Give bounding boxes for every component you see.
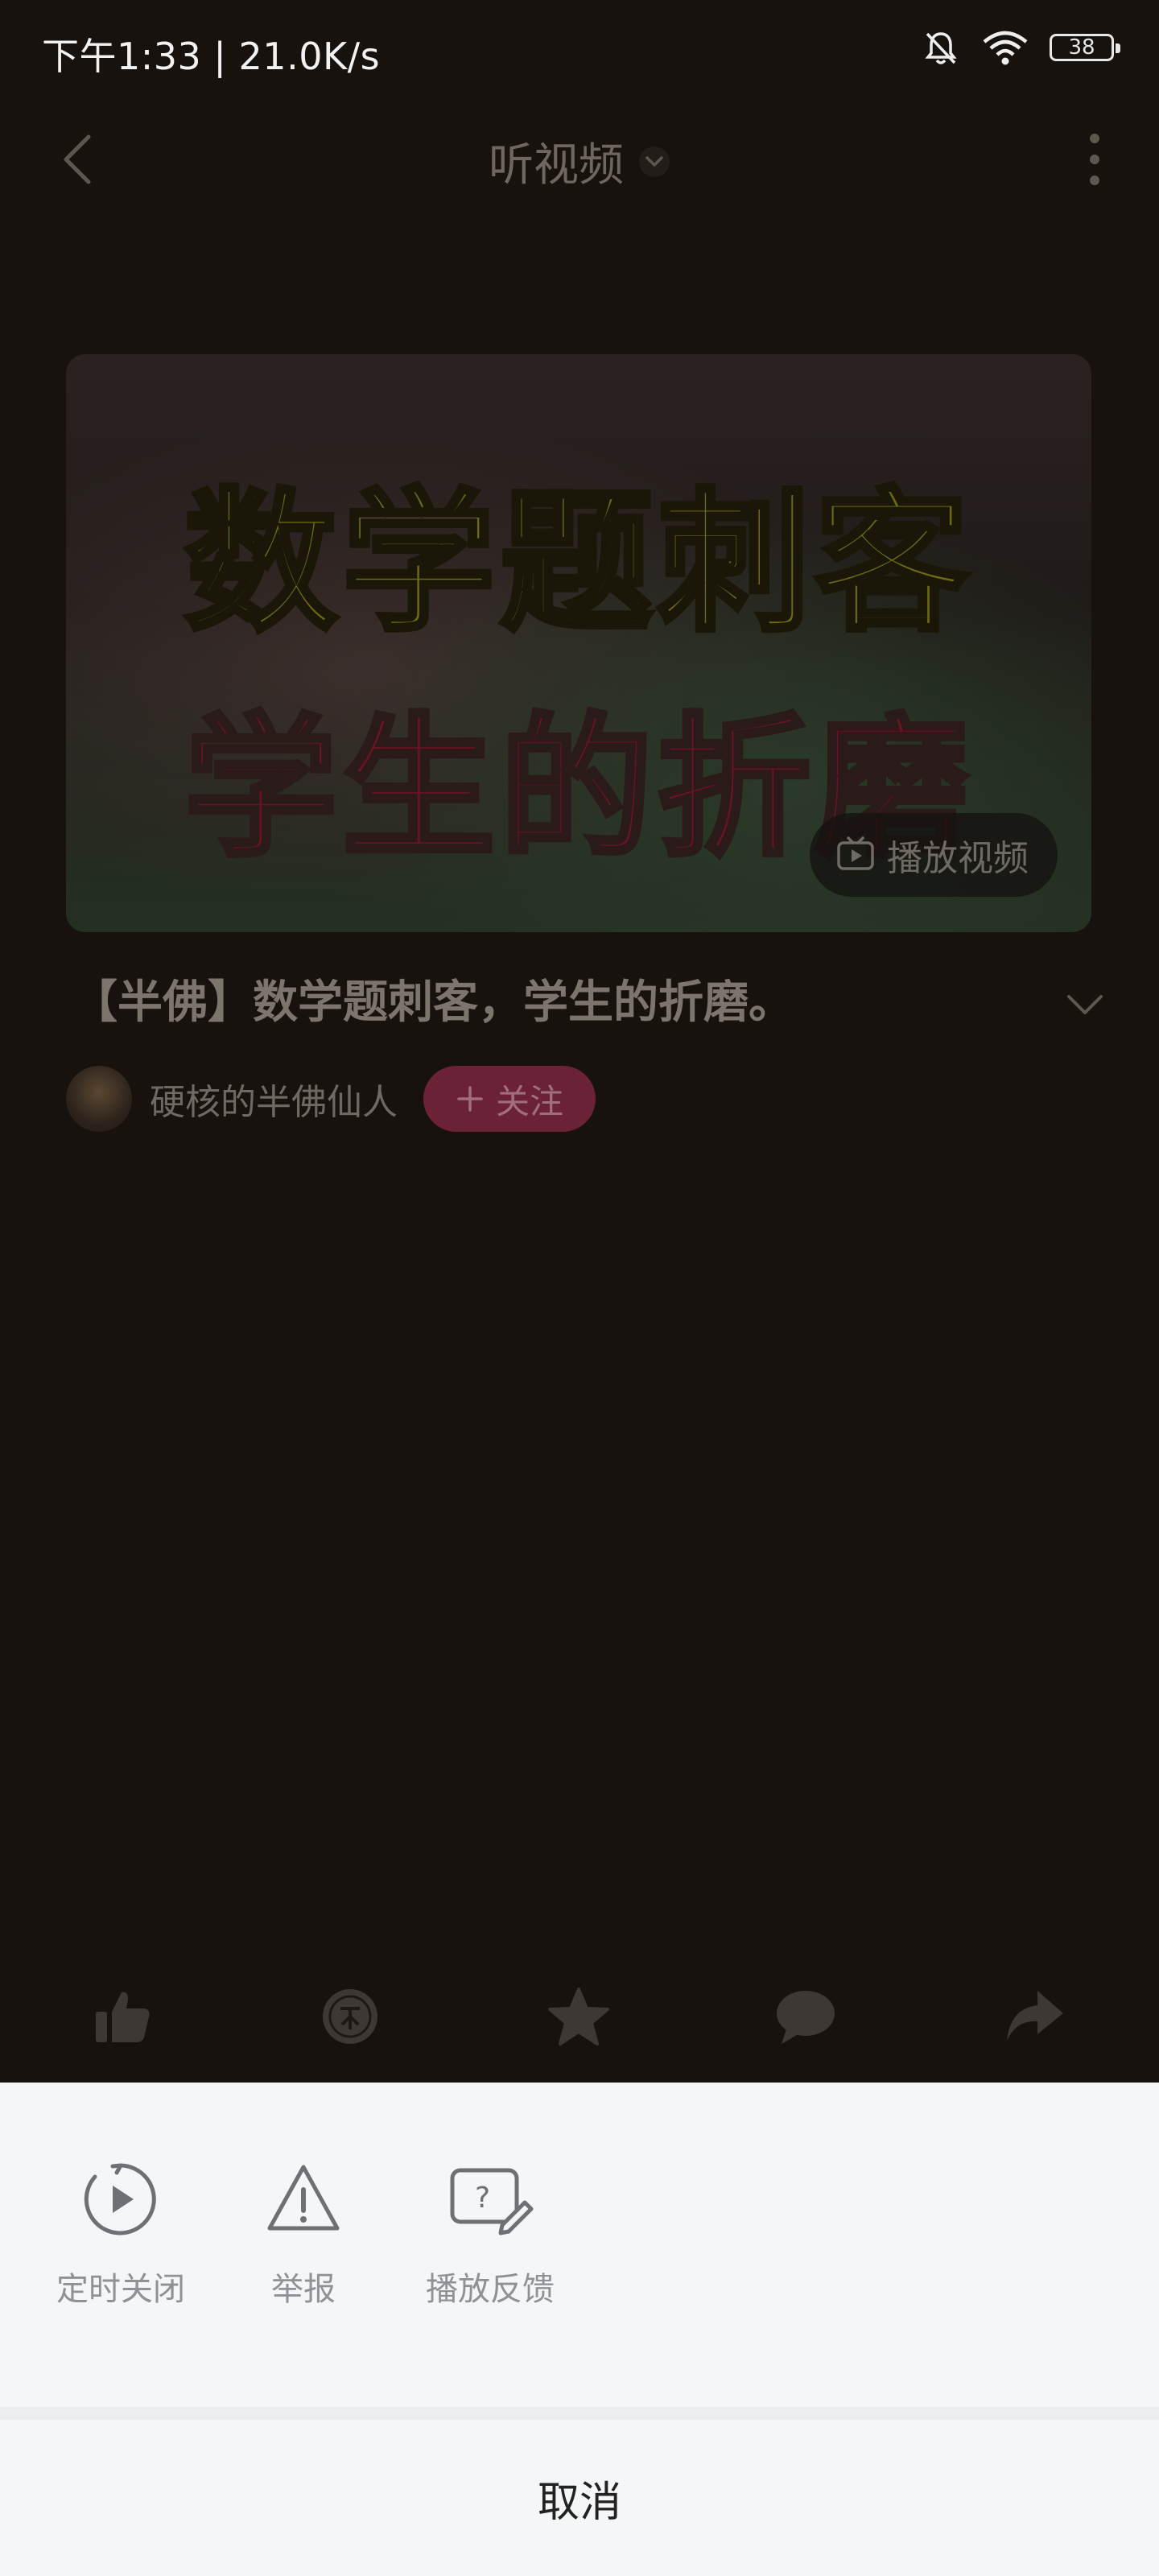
expand-description-button[interactable] <box>1061 980 1109 1029</box>
tv-play-icon <box>837 836 874 870</box>
status-bar: 下午1:33 | 21.0K/s 38 <box>0 0 1159 105</box>
bell-muted-icon <box>925 32 957 64</box>
battery-level: 38 <box>1068 35 1095 60</box>
sheet-options: 定时关闭 举报 ? 播放反馈 <box>0 2083 1159 2405</box>
comment-icon <box>777 1991 835 2044</box>
battery-indicator: 38 <box>1050 34 1120 61</box>
page-title: 听视频 <box>489 139 624 192</box>
coin-icon <box>323 1989 377 2044</box>
favorite-icon <box>548 1988 609 2046</box>
action-bar <box>0 1980 1159 2077</box>
video-thumbnail[interactable]: 数学题刺客 学生的折磨 播放视频 <box>66 354 1091 932</box>
playback-feedback-option[interactable]: ? 播放反馈 <box>394 2155 587 2310</box>
status-time: 下午1:33 | 21.0K/s <box>42 35 381 78</box>
sleep-timer-option[interactable]: 定时关闭 <box>24 2155 217 2310</box>
follow-button[interactable]: 关注 <box>423 1066 596 1132</box>
header: 听视频 <box>0 105 1159 209</box>
warning-icon <box>259 2155 348 2244</box>
coin-button[interactable] <box>314 1980 386 2053</box>
author-row: 硬核的半佛仙人 关注 <box>66 1066 596 1132</box>
plus-icon <box>457 1086 483 1112</box>
chevron-down-icon <box>1067 995 1103 1014</box>
timer-play-icon <box>76 2155 165 2244</box>
comment-button[interactable] <box>769 1980 842 2053</box>
favorite-button[interactable] <box>542 1980 615 2053</box>
options-bottom-sheet: 定时关闭 举报 ? 播放反馈 取消 <box>0 2083 1159 2576</box>
report-option[interactable]: 举报 <box>207 2155 400 2310</box>
more-button[interactable] <box>1062 127 1127 192</box>
cancel-button[interactable]: 取消 <box>0 2420 1159 2576</box>
status-icons: 38 <box>921 27 1120 68</box>
thumbnail-text-top: 数学题刺客 <box>182 472 973 654</box>
author-avatar[interactable] <box>66 1066 132 1132</box>
report-label: 举报 <box>271 2271 336 2308</box>
sheet-divider <box>0 2407 1159 2420</box>
feedback-icon: ? <box>446 2155 534 2244</box>
chevron-down-icon <box>639 146 670 177</box>
svg-text:?: ? <box>475 2182 490 2215</box>
video-title: 【半佛】数学题刺客，学生的折磨。 <box>72 976 794 1029</box>
follow-label: 关注 <box>496 1081 564 1121</box>
page-title-dropdown[interactable]: 听视频 <box>0 129 1159 194</box>
like-icon <box>96 1992 150 2042</box>
like-button[interactable] <box>87 1980 159 2053</box>
sleep-timer-label: 定时关闭 <box>56 2271 185 2308</box>
author-name[interactable]: 硬核的半佛仙人 <box>150 1073 398 1125</box>
wifi-icon <box>983 31 1028 65</box>
play-video-button[interactable]: 播放视频 <box>810 813 1058 897</box>
share-icon <box>1007 1991 1063 2041</box>
playback-feedback-label: 播放反馈 <box>426 2271 555 2308</box>
share-button[interactable] <box>998 1980 1070 2053</box>
play-video-label: 播放视频 <box>887 838 1029 879</box>
more-vertical-icon <box>1090 134 1099 185</box>
